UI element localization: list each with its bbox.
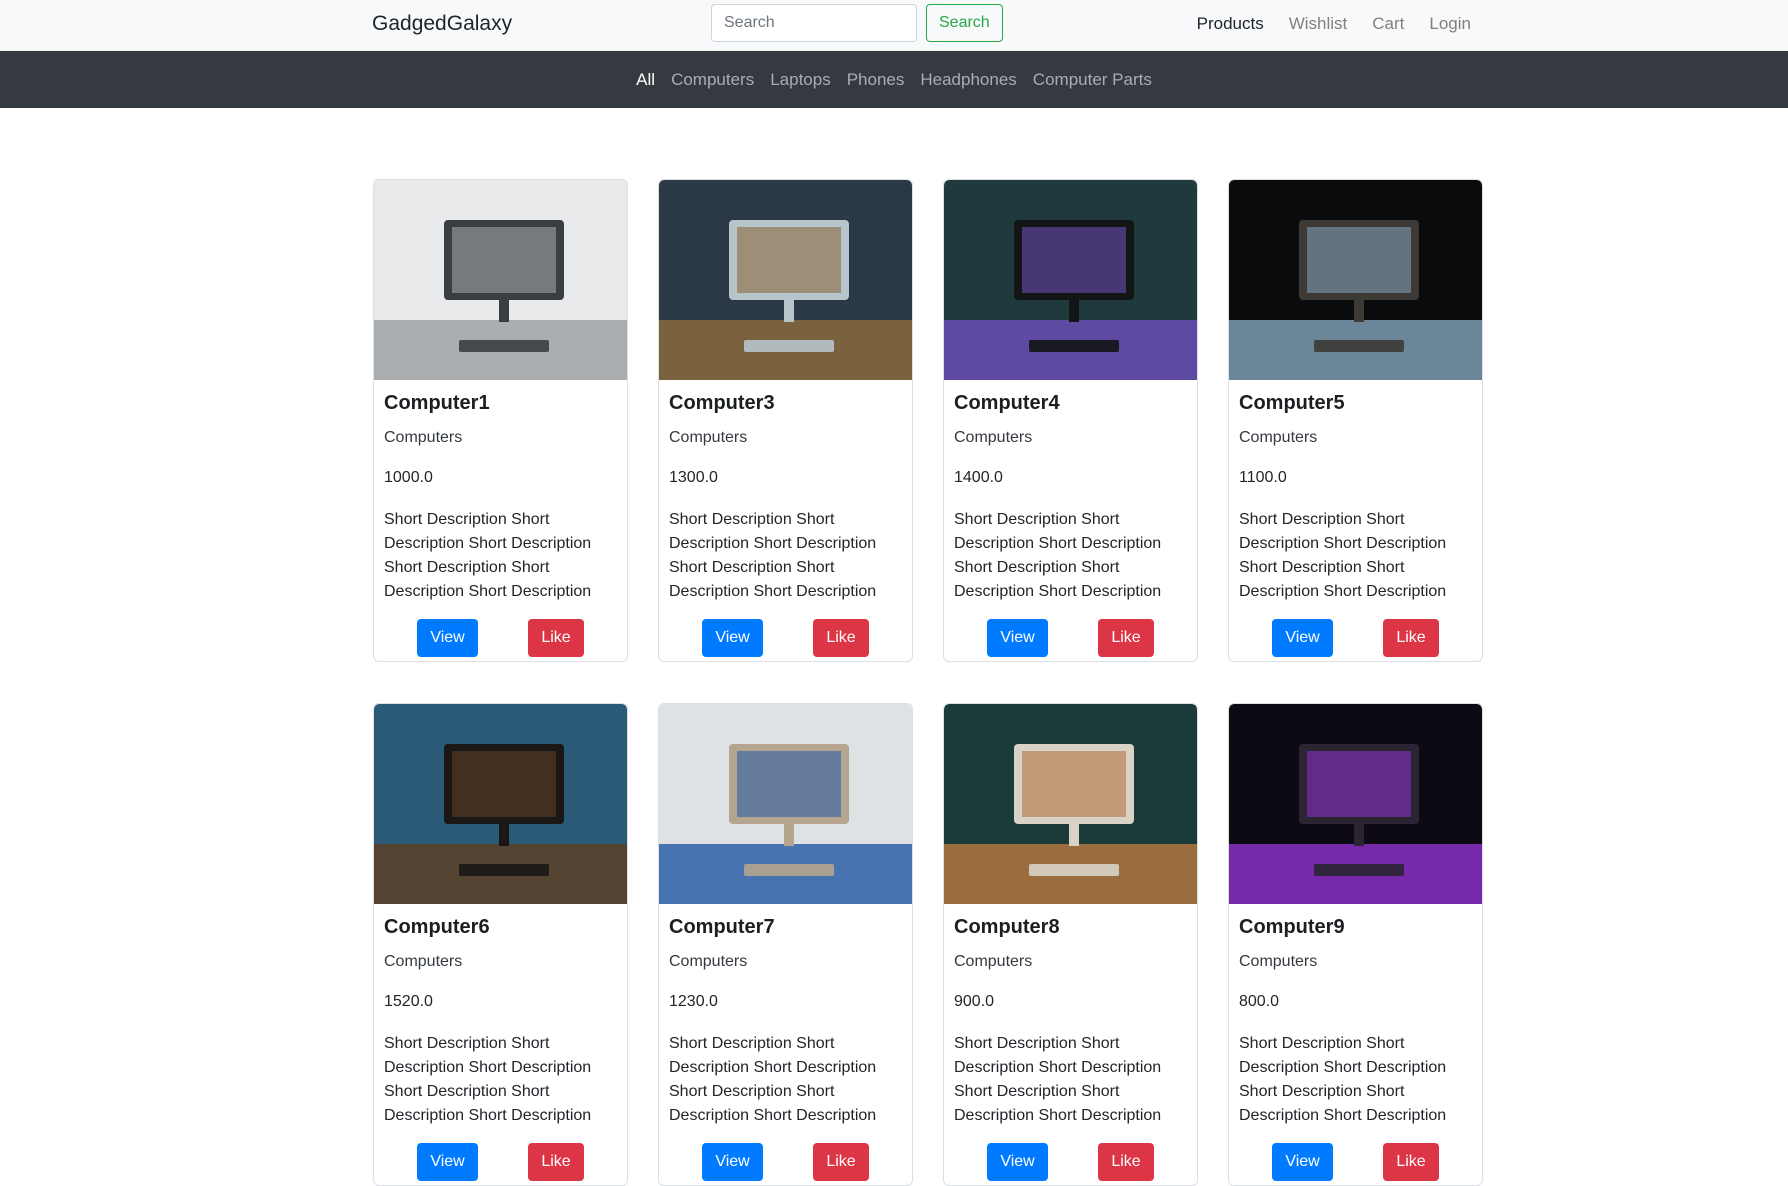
product-image[interactable] [659,180,912,380]
product-image[interactable] [659,704,912,904]
view-button[interactable]: View [702,619,763,657]
product-image[interactable] [944,180,1197,380]
product-description: Short Description Short Description Shor… [1239,511,1447,600]
product-price: 1300.0 [669,469,718,486]
product-image[interactable] [374,704,627,904]
like-button[interactable]: Like [528,1143,584,1181]
category-all[interactable]: All [636,70,655,90]
product-price: 1400.0 [954,469,1003,486]
product-card: Computer7 Computers 1230.0 Short Descrip… [658,703,913,1186]
product-image[interactable] [944,704,1197,904]
view-button[interactable]: View [987,1143,1048,1181]
product-category: Computers [669,429,748,446]
main-nav: Products Wishlist Cart Login [1197,14,1471,34]
view-button[interactable]: View [1272,1143,1333,1181]
product-price: 1230.0 [669,993,718,1010]
product-image[interactable] [1229,180,1482,380]
product-category: Computers [1239,429,1318,446]
product-card: Computer8 Computers 900.0 Short Descript… [943,703,1198,1186]
search-button[interactable]: Search [926,4,1003,42]
product-title: Computer5 [1239,392,1345,414]
view-button[interactable]: View [702,1143,763,1181]
product-title: Computer9 [1239,916,1345,938]
product-description: Short Description Short Description Shor… [384,1035,592,1124]
like-button[interactable]: Like [1098,1143,1154,1181]
product-description: Short Description Short Description Shor… [954,1035,1162,1124]
product-card: Computer5 Computers 1100.0 Short Descrip… [1228,179,1483,662]
category-bar: All Computers Laptops Phones Headphones … [0,51,1788,108]
product-price: 1000.0 [384,469,433,486]
product-description: Short Description Short Description Shor… [954,511,1162,600]
product-category: Computers [384,953,463,970]
product-title: Computer1 [384,392,490,414]
product-grid: Computer1 Computers 1000.0 Short Descrip… [373,179,1483,1186]
search-form: Search [711,4,1003,42]
product-price: 800.0 [1239,993,1280,1010]
like-button[interactable]: Like [1383,619,1439,657]
product-image[interactable] [374,180,627,380]
like-button[interactable]: Like [528,619,584,657]
category-phones[interactable]: Phones [847,70,905,90]
category-computers[interactable]: Computers [671,70,754,90]
like-button[interactable]: Like [813,619,869,657]
brand-logo[interactable]: GadgedGalaxy [372,12,512,36]
product-description: Short Description Short Description Shor… [669,511,877,600]
product-category: Computers [954,429,1033,446]
category-computer-parts[interactable]: Computer Parts [1033,70,1152,90]
view-button[interactable]: View [1272,619,1333,657]
product-title: Computer6 [384,916,490,938]
like-button[interactable]: Like [1098,619,1154,657]
product-category: Computers [1239,953,1318,970]
nav-login[interactable]: Login [1429,14,1471,34]
product-title: Computer8 [954,916,1060,938]
view-button[interactable]: View [987,619,1048,657]
product-card: Computer1 Computers 1000.0 Short Descrip… [373,179,628,662]
nav-products[interactable]: Products [1197,14,1264,34]
category-laptops[interactable]: Laptops [770,70,831,90]
product-category: Computers [954,953,1033,970]
product-title: Computer7 [669,916,775,938]
view-button[interactable]: View [417,1143,478,1181]
like-button[interactable]: Like [1383,1143,1439,1181]
product-title: Computer3 [669,392,775,414]
product-category: Computers [384,429,463,446]
product-category: Computers [669,953,748,970]
product-description: Short Description Short Description Shor… [669,1035,877,1124]
product-description: Short Description Short Description Shor… [384,511,592,600]
product-card: Computer3 Computers 1300.0 Short Descrip… [658,179,913,662]
product-description: Short Description Short Description Shor… [1239,1035,1447,1124]
category-headphones[interactable]: Headphones [920,70,1016,90]
product-title: Computer4 [954,392,1060,414]
like-button[interactable]: Like [813,1143,869,1181]
product-price: 1100.0 [1239,469,1287,486]
product-price: 900.0 [954,993,995,1010]
search-input[interactable] [711,4,917,42]
nav-cart[interactable]: Cart [1372,14,1404,34]
product-card: Computer4 Computers 1400.0 Short Descrip… [943,179,1198,662]
nav-wishlist[interactable]: Wishlist [1289,14,1348,34]
product-card: Computer9 Computers 800.0 Short Descript… [1228,703,1483,1186]
product-price: 1520.0 [384,993,433,1010]
product-image[interactable] [1229,704,1482,904]
product-card: Computer6 Computers 1520.0 Short Descrip… [373,703,628,1186]
view-button[interactable]: View [417,619,478,657]
top-navbar: GadgedGalaxy Search Products Wishlist Ca… [0,0,1788,51]
